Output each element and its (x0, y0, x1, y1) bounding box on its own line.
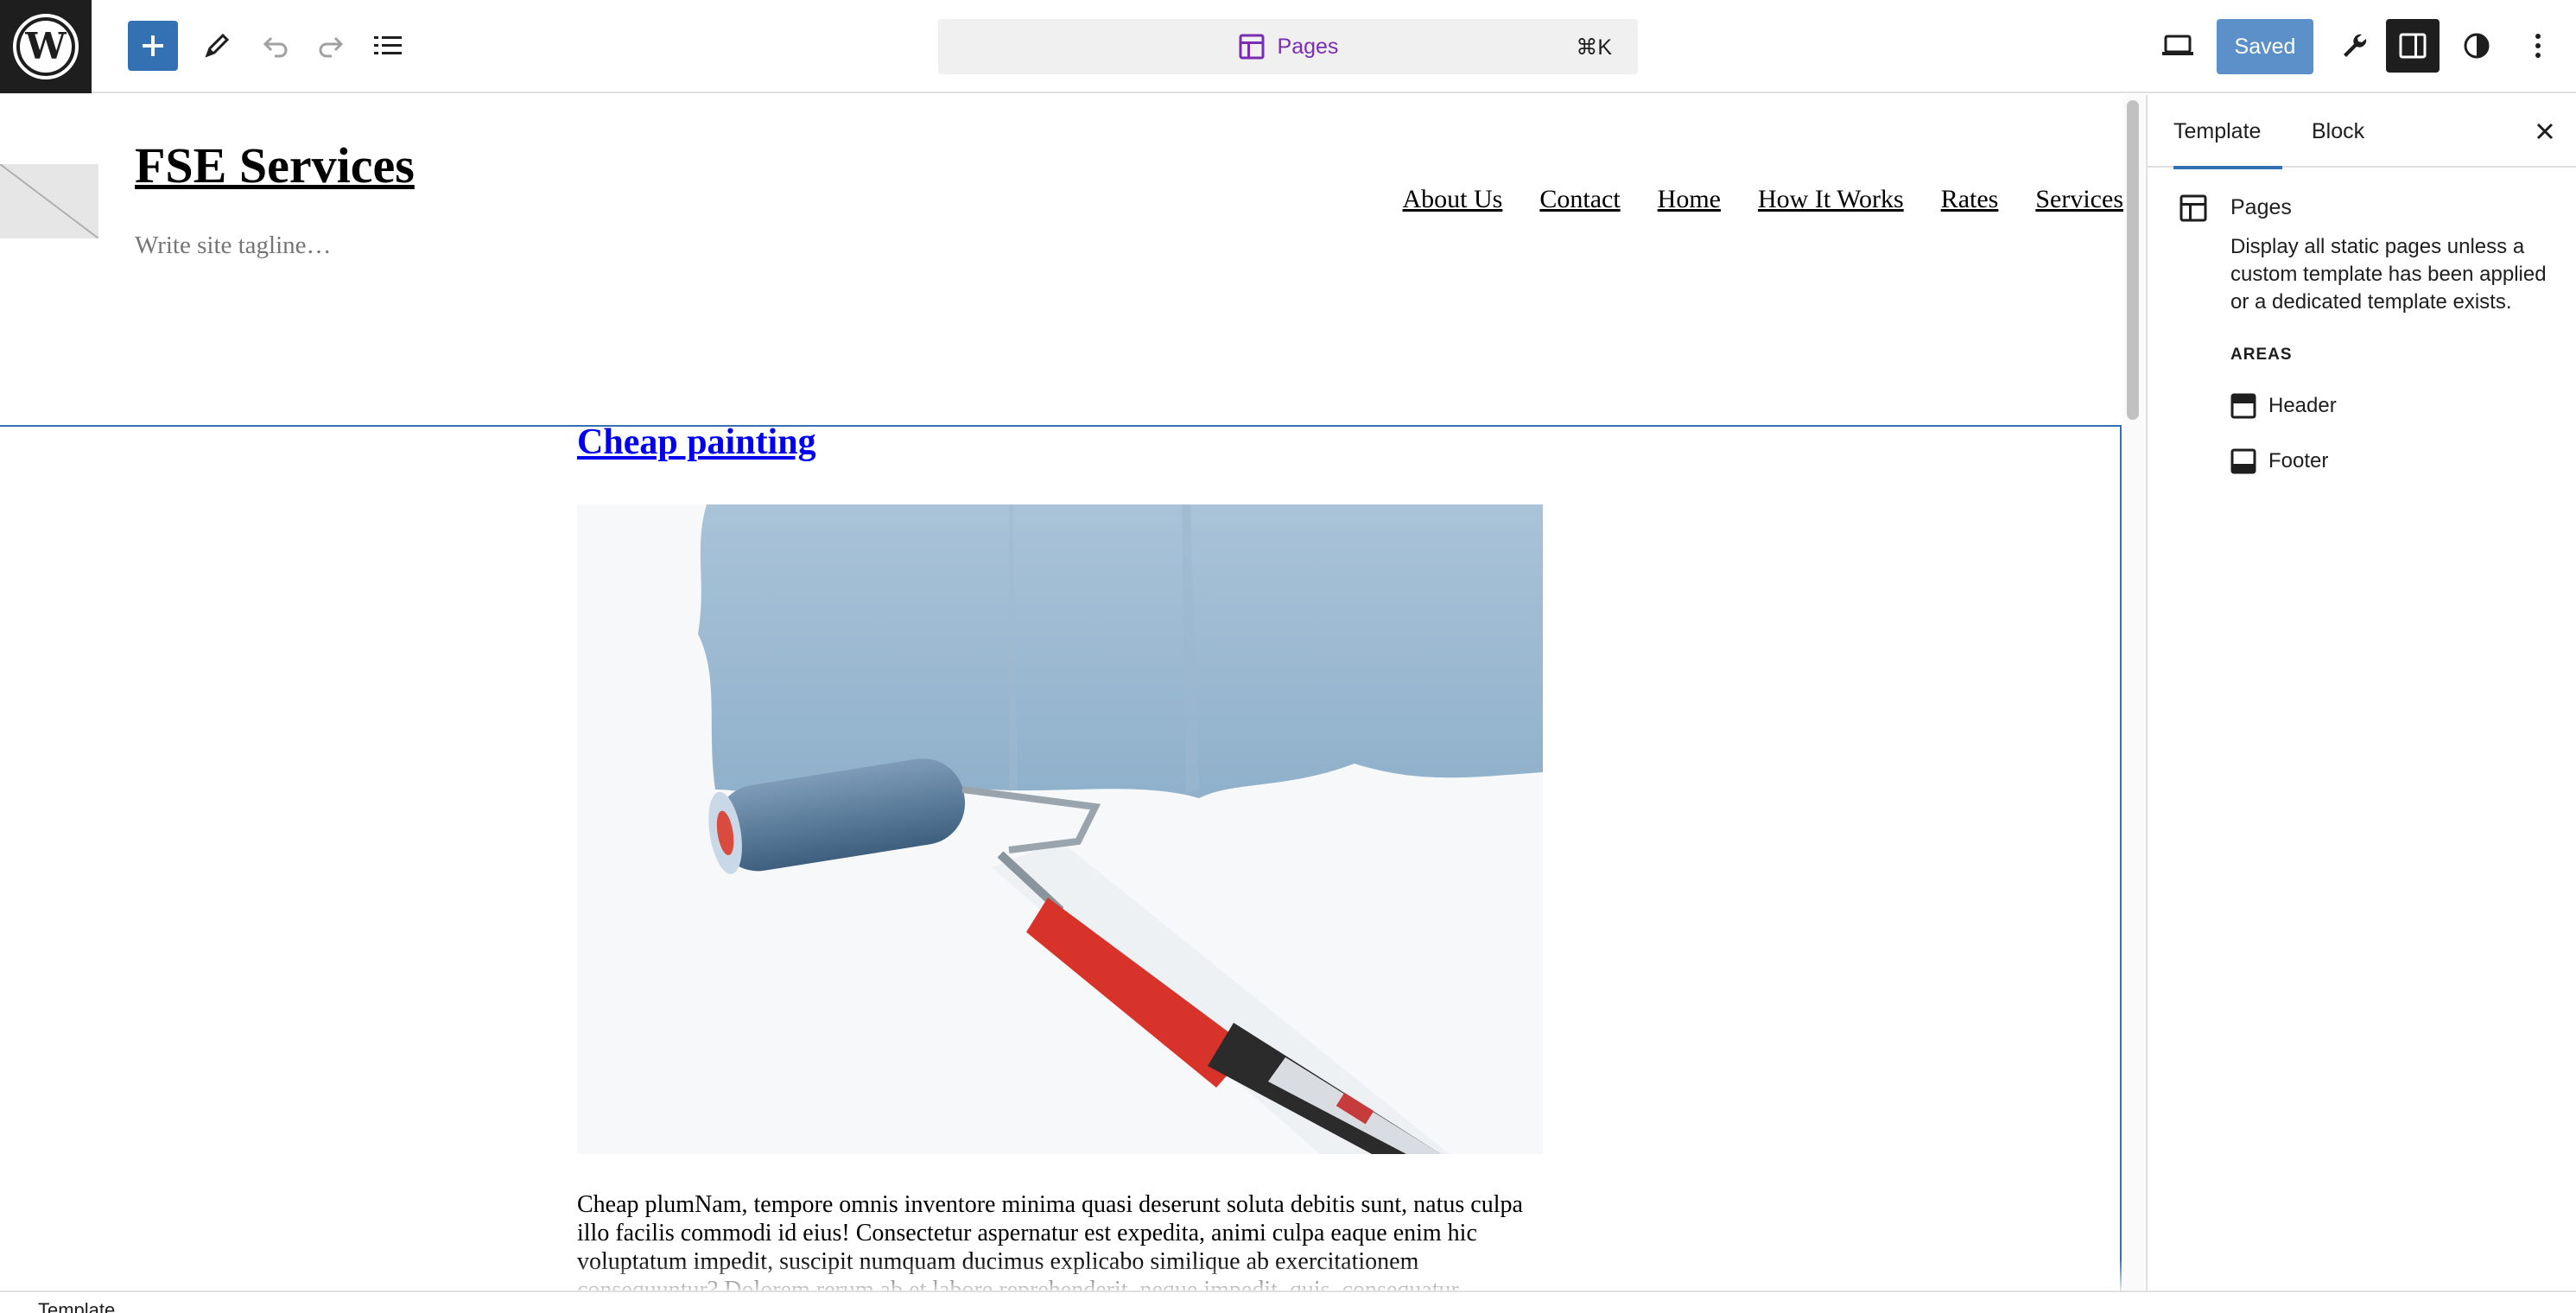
layout-icon (1239, 34, 1265, 60)
command-palette-button[interactable]: Pages ⌘K (938, 19, 1638, 74)
editor-canvas[interactable]: FSE Services Write site tagline… About U… (0, 95, 2123, 1291)
list-view-icon (374, 36, 402, 54)
nav-item-home[interactable]: Home (1658, 185, 1721, 214)
save-button[interactable]: Saved (2217, 19, 2313, 74)
redo-button[interactable] (304, 19, 358, 73)
nav-item-how-it-works[interactable]: How It Works (1758, 185, 1904, 214)
header-area-icon (2230, 393, 2256, 419)
plus-icon (143, 35, 163, 56)
more-vertical-icon (2535, 34, 2541, 58)
options-menu-button[interactable] (2512, 19, 2564, 73)
svg-text:W: W (24, 25, 67, 67)
command-palette-center: Pages (938, 19, 1638, 74)
sidebar-icon (2399, 33, 2427, 59)
list-view-button[interactable] (361, 19, 415, 73)
close-icon (2536, 123, 2554, 140)
area-footer-button[interactable]: Footer (2230, 439, 2328, 484)
tab-template[interactable]: Template (2173, 95, 2282, 169)
featured-image[interactable] (577, 504, 1543, 1154)
styles-button[interactable] (2450, 19, 2503, 73)
footer-area-icon (2230, 448, 2256, 474)
nav-item-services[interactable]: Services (2035, 185, 2123, 214)
desktop-icon (2162, 35, 2193, 55)
area-header-button[interactable]: Header (2230, 384, 2337, 428)
nav-item-about-us[interactable]: About Us (1403, 185, 1503, 214)
tab-template-label: Template (2173, 118, 2262, 143)
area-footer-label: Footer (2268, 449, 2329, 473)
close-sidebar-button[interactable] (2528, 114, 2562, 149)
sidebar-tabs: Template Block (2148, 95, 2576, 169)
settings-sidebar: Template Block Pages Display all static … (2146, 95, 2576, 1291)
area-header-label: Header (2268, 394, 2337, 417)
site-navigation: About Us Contact Home How It Works Rates… (1403, 185, 2123, 214)
tab-block[interactable]: Block (2312, 95, 2364, 168)
redo-icon (319, 36, 344, 58)
paint-roller-illustration (577, 504, 1543, 1154)
add-block-button[interactable] (128, 21, 178, 71)
pencil-icon (205, 33, 230, 58)
save-button-label: Saved (2234, 34, 2296, 59)
wordpress-icon: W (13, 14, 79, 79)
wrench-icon (2344, 34, 2367, 57)
undo-icon (263, 36, 288, 58)
undo-button[interactable] (249, 19, 302, 73)
post-title[interactable]: Cheap painting (577, 422, 816, 463)
areas-heading: AREAS (2230, 346, 2293, 364)
template-title: Pages (2230, 195, 2292, 219)
template-description: Display all static pages unless a custom… (2230, 235, 2547, 314)
nav-item-rates[interactable]: Rates (1941, 185, 1999, 214)
breadcrumb-template[interactable]: Template (38, 1299, 115, 1313)
contrast-icon (2464, 33, 2490, 59)
block-inspector-tools-button[interactable] (2327, 19, 2381, 73)
editor-footer: Template (0, 1291, 2576, 1313)
command-shortcut: ⌘K (1576, 35, 1612, 60)
canvas-fade-overlay (0, 1259, 2123, 1291)
site-title[interactable]: FSE Services (135, 136, 415, 194)
nav-item-contact[interactable]: Contact (1539, 185, 1620, 214)
layout-icon (2179, 194, 2207, 222)
settings-sidebar-button[interactable] (2386, 19, 2440, 73)
command-palette-label: Pages (1277, 34, 1339, 59)
editor-top-toolbar: W Pages ⌘K Saved (0, 0, 2576, 93)
wordpress-logo-button[interactable]: W (0, 0, 92, 93)
site-logo-placeholder[interactable] (0, 164, 98, 238)
site-tagline[interactable]: Write site tagline… (135, 232, 332, 260)
tools-button[interactable] (190, 19, 244, 73)
canvas-scrollbar-thumb[interactable] (2127, 100, 2139, 420)
tab-block-label: Block (2312, 118, 2365, 143)
preview-device-button[interactable] (2151, 19, 2205, 73)
